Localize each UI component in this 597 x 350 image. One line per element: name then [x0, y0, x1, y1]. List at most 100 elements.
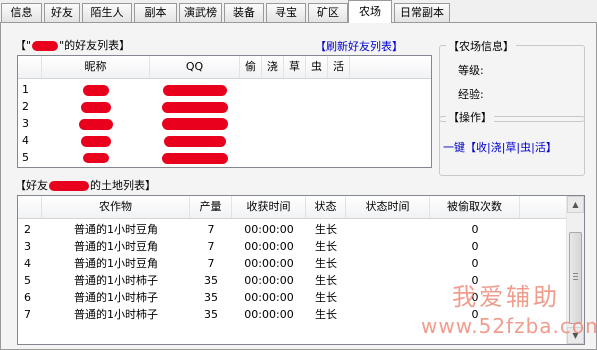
col-status[interactable]: 状态 [306, 196, 346, 218]
crop-name: 普通的1小时豆角 [74, 240, 158, 253]
crop-name: 普通的1小时柿子 [74, 274, 158, 287]
tab-bar: 信息 好友 陌生人 副本 演武榜 装备 寻宝 矿区 农场 日常副本 [0, 0, 597, 23]
status: 生长 [315, 223, 337, 236]
friend-list-title: 【" "的好友列表】 [15, 37, 130, 53]
level-label: 等级: [458, 64, 484, 77]
row-index: 3 [24, 240, 31, 253]
friend-row[interactable]: 1 [18, 82, 431, 98]
col-nickname[interactable]: 昵称 [42, 56, 150, 78]
crop-name: 普通的1小时柿子 [74, 291, 158, 304]
col-status-time[interactable]: 状态时间 [346, 196, 430, 218]
harvest-time: 00:00:00 [244, 291, 294, 304]
status: 生长 [315, 274, 337, 287]
tab-arena[interactable]: 演武榜 [179, 3, 222, 22]
crop-name: 普通的1小时豆角 [74, 257, 158, 270]
col-qq[interactable]: QQ [150, 56, 240, 78]
status-time [346, 239, 430, 255]
stolen-count: 0 [471, 223, 479, 236]
row-index: 1 [22, 83, 29, 96]
row-index: 2 [24, 223, 31, 236]
redacted-username [32, 41, 59, 51]
tab-friends[interactable]: 好友 [44, 3, 80, 22]
col-live[interactable]: 活 [328, 56, 350, 78]
operations-title: 【操作】 [446, 109, 494, 125]
col-weed[interactable]: 草 [284, 56, 306, 78]
watermark: 我爱辅助 www.52fzba.com [421, 277, 597, 338]
crop-name: 普通的1小时柿子 [74, 308, 158, 321]
land-list-title-prefix: 【好友 [15, 179, 48, 192]
col-stolen-count[interactable]: 被偷取次数 [430, 196, 520, 218]
status: 生长 [315, 240, 337, 253]
status-time [346, 256, 430, 272]
redacted-qq [162, 118, 228, 130]
col-crop[interactable]: 农作物 [42, 196, 190, 218]
status: 生长 [315, 291, 337, 304]
tab-info[interactable]: 信息 [1, 3, 42, 22]
tab-treasure[interactable]: 寻宝 [266, 3, 306, 22]
redacted-nickname [81, 101, 111, 113]
stolen-count: 0 [471, 240, 479, 253]
redacted-qq [162, 101, 228, 113]
col-bug[interactable]: 虫 [306, 56, 328, 78]
friend-list[interactable]: 昵称 QQ 偷 浇 草 虫 活 1 2 3 4 5 [17, 55, 432, 168]
redacted-nickname [79, 118, 113, 130]
friend-list-title-suffix: "的好友列表】 [59, 39, 131, 52]
land-list-title-suffix: 的土地列表】 [90, 179, 156, 192]
land-row[interactable]: 2 普通的1小时豆角 7 00:00:00 生长 0 [18, 222, 584, 238]
friend-row[interactable]: 5 [18, 150, 431, 166]
harvest-time: 00:00:00 [244, 308, 294, 321]
watermark-line1: 我爱辅助 [452, 283, 560, 311]
friend-row[interactable]: 3 [18, 116, 431, 132]
tab-dungeon[interactable]: 副本 [134, 3, 177, 22]
farm-panel: 【" "的好友列表】 【刷新好友列表】 昵称 QQ 偷 浇 草 虫 活 1 2 3 [0, 23, 597, 350]
operations-group: 【操作】 一键【收|浇|草|虫|活】 [439, 109, 585, 176]
redacted-qq [162, 152, 228, 164]
col-water[interactable]: 浇 [262, 56, 284, 78]
row-index: 5 [22, 151, 29, 164]
col-yield[interactable]: 产量 [190, 196, 232, 218]
watermark-line2: www.52fzba.com [421, 314, 597, 338]
friend-row[interactable]: 2 [18, 99, 431, 115]
land-list-title: 【好友 的土地列表】 [15, 177, 156, 193]
land-list-header: 农作物 产量 收获时间 状态 状态时间 被偷取次数 [18, 196, 567, 219]
col-index [18, 196, 42, 218]
tab-daily-dungeon[interactable]: 日常副本 [394, 3, 450, 22]
tab-equipment[interactable]: 装备 [224, 3, 264, 22]
status-time [346, 222, 430, 238]
refresh-friend-list-button[interactable]: 【刷新好友列表】 [315, 38, 403, 54]
friend-row[interactable]: 4 [18, 133, 431, 149]
tab-farm[interactable]: 农场 [348, 0, 392, 23]
status-time [346, 290, 430, 306]
harvest-time: 00:00:00 [244, 257, 294, 270]
yield: 35 [204, 308, 218, 321]
redacted-nickname [81, 135, 111, 147]
redacted-friend-name [49, 181, 89, 191]
redacted-nickname [83, 153, 109, 163]
land-row[interactable]: 3 普通的1小时豆角 7 00:00:00 生长 0 [18, 239, 584, 255]
row-index: 7 [24, 308, 31, 321]
one-click-all-button[interactable]: 一键【收|浇|草|虫|活】 [443, 139, 557, 155]
scroll-up-arrow-icon[interactable]: ▲ [567, 196, 584, 213]
yield: 7 [207, 240, 215, 253]
tab-mine[interactable]: 矿区 [308, 3, 348, 22]
col-harvest-time[interactable]: 收获时间 [232, 196, 306, 218]
yield: 35 [204, 291, 218, 304]
exp-label: 经验: [458, 88, 484, 101]
row-index: 6 [24, 291, 31, 304]
farm-info-title: 【农场信息】 [446, 38, 516, 54]
friend-list-title-prefix: 【" [15, 39, 32, 52]
tab-strangers[interactable]: 陌生人 [82, 3, 132, 22]
harvest-time: 00:00:00 [244, 274, 294, 287]
status: 生长 [315, 308, 337, 321]
stolen-count: 0 [471, 257, 479, 270]
col-steal[interactable]: 偷 [240, 56, 262, 78]
friend-list-header: 昵称 QQ 偷 浇 草 虫 活 [18, 56, 431, 79]
yield: 35 [204, 274, 218, 287]
land-row[interactable]: 4 普通的1小时豆角 7 00:00:00 生长 0 [18, 256, 584, 272]
yield: 7 [207, 223, 215, 236]
col-index [18, 56, 42, 78]
yield: 7 [207, 257, 215, 270]
row-index: 2 [22, 100, 29, 113]
redacted-qq [163, 84, 227, 96]
redacted-qq [164, 135, 226, 147]
